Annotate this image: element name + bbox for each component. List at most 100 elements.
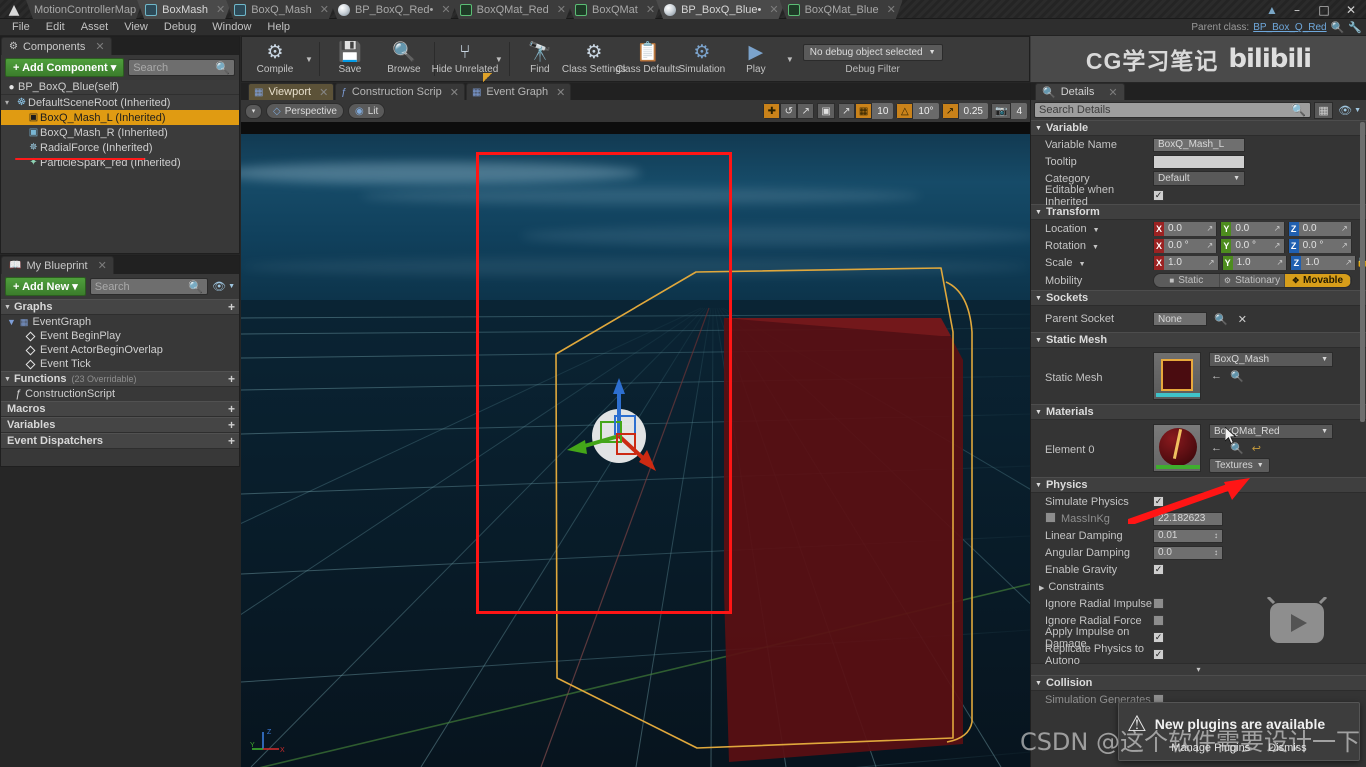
toolbar-class-defaults-button[interactable]: 📋 Class Defaults: [616, 37, 680, 81]
component-row-0[interactable]: ▾ ☸ DefaultSceneRoot (Inherited): [1, 95, 239, 110]
translate-tool-button[interactable]: ✚: [763, 103, 781, 119]
visibility-options-button[interactable]: 👁 ▼: [212, 280, 235, 293]
camera-speed-group[interactable]: 📷 4: [990, 103, 1027, 119]
parent-socket-field[interactable]: None: [1153, 312, 1207, 326]
scale-x-field[interactable]: X 1.0 ↗: [1153, 255, 1219, 270]
search-parent-icon[interactable]: 🔍: [1331, 21, 1345, 34]
view-mode-button[interactable]: ◉ Lit: [347, 103, 386, 119]
window-tab-0[interactable]: MotionControllerMap: [26, 0, 143, 19]
my-blueprint-row-0-1[interactable]: Event BeginPlay: [1, 329, 239, 343]
window-tab-5[interactable]: BoxQMat ✕: [567, 0, 662, 19]
viewport-tab-event-graph[interactable]: ▦ Event Graph ✕: [465, 83, 572, 100]
viewport-options-button[interactable]: ▾: [245, 103, 262, 119]
viewport-tab-construction-scrip[interactable]: ƒ Construction Scrip ✕: [335, 83, 465, 100]
components-search-input[interactable]: Search 🔍: [128, 59, 235, 76]
camera-speed-value[interactable]: 4: [1011, 103, 1027, 119]
location-x-field[interactable]: X 0.0 ↗: [1153, 221, 1218, 236]
chevron-right-icon[interactable]: ▶: [1039, 585, 1044, 592]
spinner-icon[interactable]: ↕: [1214, 548, 1218, 557]
add-macros-button[interactable]: +: [228, 402, 235, 416]
rotate-tool-button[interactable]: ↺: [780, 103, 798, 119]
component-row-3[interactable]: ✵ RadialForce (Inherited): [1, 140, 239, 155]
static-mesh-dropdown[interactable]: BoxQ_Mash ▼: [1209, 352, 1333, 367]
component-row-1[interactable]: ▣ BoxQ_Mash_L (Inherited): [1, 110, 239, 125]
menu-file[interactable]: File: [4, 19, 38, 36]
my-blueprint-section-functions[interactable]: ▼ Functions (23 Overridable) +: [1, 371, 239, 387]
toolbar-simulation-button[interactable]: ⚙ Simulation: [675, 37, 729, 81]
toolbar-play-button[interactable]: ▶ Play: [729, 37, 783, 81]
physics-checkbox[interactable]: ✓: [1153, 632, 1164, 643]
spinner-icon[interactable]: ↗: [1337, 221, 1351, 236]
component-row-2[interactable]: ▣ BoxQ_Mash_R (Inherited): [1, 125, 239, 140]
close-tab-icon[interactable]: ✕: [1108, 86, 1117, 99]
chevron-down-icon[interactable]: ▼: [1093, 227, 1100, 234]
scale-y-field[interactable]: Y 1.0 ↗: [1221, 255, 1288, 270]
spinner-icon[interactable]: ↗: [1203, 238, 1217, 253]
coordinate-system-button[interactable]: ▣: [817, 103, 835, 119]
section-collision[interactable]: ▼ Collision: [1031, 675, 1366, 691]
my-blueprint-row-0-3[interactable]: Event Tick: [1, 357, 239, 371]
rotation-snap-group[interactable]: △ 10°: [896, 103, 939, 119]
minimize-button[interactable]: –: [1284, 1, 1310, 18]
add-new-button[interactable]: + Add New ▾: [5, 277, 86, 296]
details-visibility-button[interactable]: 👁 ▼: [1336, 104, 1363, 117]
mobility-movable-button[interactable]: ✥ Movable: [1285, 274, 1351, 287]
clear-socket-icon[interactable]: ✕: [1238, 313, 1247, 326]
tooltip-field[interactable]: [1153, 154, 1245, 169]
details-scrollbar[interactable]: [1360, 122, 1365, 422]
reset-to-default-icon[interactable]: ↩: [1252, 442, 1261, 455]
window-tab-3[interactable]: BP_BoxQ_Red• ✕: [330, 0, 458, 19]
debug-object-dropdown[interactable]: No debug object selected ▼: [802, 43, 943, 61]
section-static-mesh[interactable]: ▼ Static Mesh: [1031, 332, 1366, 348]
close-tab-icon[interactable]: ✕: [646, 3, 655, 16]
add-graphs-button[interactable]: +: [228, 300, 235, 314]
window-tab-2[interactable]: BoxQ_Mash ✕: [226, 0, 336, 19]
close-tab-icon[interactable]: ✕: [441, 3, 450, 16]
toolbar-compile-button[interactable]: ⚙ Compile: [248, 37, 302, 81]
add-component-button[interactable]: + Add Component ▾: [5, 58, 125, 77]
grid-snap-value[interactable]: 10: [872, 103, 894, 119]
mobility-stationary-button[interactable]: ⚙ Stationary: [1219, 274, 1286, 287]
add-variables-button[interactable]: +: [228, 418, 235, 432]
spinner-icon[interactable]: ↗: [1342, 255, 1356, 270]
viewport-tab-bar[interactable]: ▦ Viewport ✕ ƒ Construction Scrip ✕ ▦ Event Gra…: [241, 83, 1030, 100]
section-sockets[interactable]: ▼ Sockets: [1031, 290, 1366, 306]
physics-checkbox[interactable]: [1153, 615, 1164, 626]
camera-speed-icon[interactable]: 📷: [990, 103, 1012, 119]
tab-details[interactable]: 🔍 Details ✕: [1035, 83, 1125, 100]
menu-window[interactable]: Window: [204, 19, 259, 36]
my-blueprint-section-graphs[interactable]: ▼ Graphs +: [1, 299, 239, 315]
location-z-field[interactable]: Z 0.0 ↗: [1287, 221, 1352, 236]
physics-numeric-field[interactable]: 0.01 ↕: [1153, 528, 1223, 543]
section-materials[interactable]: ▼ Materials: [1031, 404, 1366, 420]
spinner-icon[interactable]: ↗: [1337, 238, 1351, 253]
transform-tool-group[interactable]: ✚ ↺ ↗: [763, 103, 815, 119]
details-search-input[interactable]: Search Details 🔍: [1034, 102, 1312, 118]
component-self-row[interactable]: ● BP_BoxQ_Blue(self): [1, 80, 239, 95]
section-transform[interactable]: ▼ Transform: [1031, 204, 1366, 220]
close-tab-icon[interactable]: ✕: [556, 86, 565, 99]
wrench-icon[interactable]: 🔧: [1348, 21, 1362, 34]
parent-class-link[interactable]: BP_Box_Q_Red: [1253, 22, 1326, 33]
toolbar-buttons[interactable]: ⚙ Compile ▼ 💾 Save 🔍 Browse ⑂ Hide Unrelated ▼ 🔭 Fi…: [248, 37, 797, 81]
my-blueprint-section-macros[interactable]: Macros +: [1, 401, 239, 417]
material-sphere-thumbnail[interactable]: [1153, 424, 1201, 472]
close-tab-icon[interactable]: ✕: [320, 3, 329, 16]
surface-snap-button[interactable]: ↗: [837, 103, 855, 119]
my-blueprint-section-event-dispatchers[interactable]: Event Dispatchers +: [1, 433, 239, 449]
physics-checkbox[interactable]: ✓: [1153, 649, 1164, 660]
close-tab-icon[interactable]: ✕: [98, 259, 107, 272]
scale-snap-group[interactable]: ↗ 0.25: [941, 103, 988, 119]
location-y-field[interactable]: Y 0.0 ↗: [1220, 221, 1285, 236]
close-tab-icon[interactable]: ✕: [216, 3, 225, 16]
expander-icon[interactable]: ▾: [5, 98, 15, 107]
grid-snap-toggle[interactable]: ▦: [854, 103, 873, 119]
close-tab-icon[interactable]: ✕: [887, 3, 896, 16]
window-tab-1[interactable]: BoxMash ✕: [137, 0, 232, 19]
scale-snap-toggle[interactable]: ↗: [941, 103, 959, 119]
window-tab-4[interactable]: BoxQMat_Red ✕: [452, 0, 573, 19]
chevron-down-icon[interactable]: ▼: [492, 55, 506, 64]
spinner-icon[interactable]: ↗: [1273, 255, 1287, 270]
rotation-snap-toggle[interactable]: △: [896, 103, 914, 119]
menu-edit[interactable]: Edit: [38, 19, 73, 36]
